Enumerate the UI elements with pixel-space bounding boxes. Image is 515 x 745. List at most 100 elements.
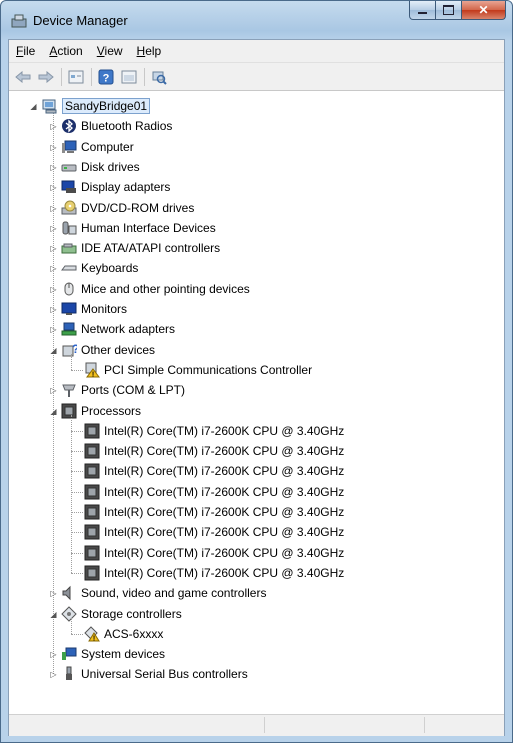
tree-connector xyxy=(71,353,73,371)
expand-arrow-icon[interactable]: ▷ xyxy=(49,204,58,213)
tree-device-intel-r-core-tm-i7-2600k-cpu-3-40ghz[interactable]: Intel(R) Core(TM) i7-2600K CPU @ 3.40GHz xyxy=(84,563,344,583)
expand-arrow-icon[interactable]: ▷ xyxy=(49,224,58,233)
tree-category-storage-controllers[interactable]: Storage controllers xyxy=(61,604,182,624)
tree-connector xyxy=(71,414,73,574)
tree-category-mice-and-other-pointing-devices[interactable]: Mice and other pointing devices xyxy=(61,279,250,299)
processor-icon xyxy=(84,463,100,479)
expand-arrow-icon[interactable]: ▷ xyxy=(49,183,58,192)
collapse-arrow-icon[interactable]: ◢ xyxy=(49,610,58,619)
device-manager-icon xyxy=(11,14,27,28)
expand-arrow-icon[interactable]: ▷ xyxy=(49,122,58,131)
close-button[interactable]: ✕ xyxy=(462,1,506,20)
maximize-button[interactable] xyxy=(436,1,462,20)
svg-text:?: ? xyxy=(103,72,110,84)
tree-item-label: Sound, video and game controllers xyxy=(81,586,267,601)
processor-icon xyxy=(84,524,100,540)
client-area: File Action View Help ? ◢ SandyBridge01 … xyxy=(8,39,505,736)
status-panel-divider xyxy=(264,717,265,733)
computer-icon xyxy=(61,139,77,155)
toolbar-separator xyxy=(61,67,62,86)
device-tree[interactable]: ◢ SandyBridge01 ▷ Bluetooth Radios ▷ Computer… xyxy=(9,92,504,714)
tree-category-other-devices[interactable]: ? Other devices xyxy=(61,340,155,360)
device-manager-window: Device Manager ✕ File Action View Help ?… xyxy=(0,0,513,743)
dvd-icon xyxy=(61,200,77,216)
tree-category-human-interface-devices[interactable]: Human Interface Devices xyxy=(61,218,216,238)
expand-arrow-icon[interactable]: ▷ xyxy=(49,285,58,294)
help-button[interactable]: ? xyxy=(95,67,117,87)
tree-category-ports-com-lpt[interactable]: Ports (COM & LPT) xyxy=(61,380,185,400)
collapse-arrow-icon[interactable]: ◢ xyxy=(29,102,38,111)
tree-connector xyxy=(71,633,83,636)
menu-file[interactable]: File xyxy=(9,44,42,58)
forward-button[interactable] xyxy=(35,67,57,87)
tree-category-dvd-cd-rom-drives[interactable]: DVD/CD-ROM drives xyxy=(61,198,194,218)
mouse-icon xyxy=(61,281,77,297)
tree-device-intel-r-core-tm-i7-2600k-cpu-3-40ghz[interactable]: Intel(R) Core(TM) i7-2600K CPU @ 3.40GHz xyxy=(84,482,344,502)
processor-icon xyxy=(84,545,100,561)
processor-icon xyxy=(84,504,100,520)
menu-action[interactable]: Action xyxy=(42,44,89,58)
expand-arrow-icon[interactable]: ▷ xyxy=(49,670,58,679)
tree-device-acs-6xxxx[interactable]: ! ACS-6xxxx xyxy=(84,624,163,644)
disk-icon xyxy=(61,159,77,175)
processor-icon xyxy=(84,565,100,581)
title-bar[interactable]: Device Manager ✕ xyxy=(1,1,512,39)
expand-arrow-icon[interactable]: ▷ xyxy=(49,325,58,334)
tree-item-label: ACS-6xxxx xyxy=(104,626,164,641)
view-icon xyxy=(121,70,137,83)
warning-storage-icon: ! xyxy=(84,626,100,642)
tree-item-label: Universal Serial Bus controllers xyxy=(81,667,248,682)
network-icon xyxy=(61,321,77,337)
tree-device-intel-r-core-tm-i7-2600k-cpu-3-40ghz[interactable]: Intel(R) Core(TM) i7-2600K CPU @ 3.40GHz xyxy=(84,502,344,522)
menu-view[interactable]: View xyxy=(90,44,130,58)
tree-category-disk-drives[interactable]: Disk drives xyxy=(61,157,140,177)
tree-category-computer[interactable]: Computer xyxy=(61,137,134,157)
expand-arrow-icon[interactable]: ▷ xyxy=(49,244,58,253)
menu-help[interactable]: Help xyxy=(130,44,169,58)
expand-arrow-icon[interactable]: ▷ xyxy=(49,264,58,273)
tree-device-intel-r-core-tm-i7-2600k-cpu-3-40ghz[interactable]: Intel(R) Core(TM) i7-2600K CPU @ 3.40GHz xyxy=(84,441,344,461)
tree-category-monitors[interactable]: Monitors xyxy=(61,299,127,319)
expand-arrow-icon[interactable]: ▷ xyxy=(49,305,58,314)
tree-device-intel-r-core-tm-i7-2600k-cpu-3-40ghz[interactable]: Intel(R) Core(TM) i7-2600K CPU @ 3.40GHz xyxy=(84,543,344,563)
collapse-arrow-icon[interactable]: ◢ xyxy=(49,407,58,416)
tree-device-intel-r-core-tm-i7-2600k-cpu-3-40ghz[interactable]: Intel(R) Core(TM) i7-2600K CPU @ 3.40GHz xyxy=(84,461,344,481)
tree-category-system-devices[interactable]: System devices xyxy=(61,644,165,664)
expand-arrow-icon[interactable]: ▷ xyxy=(49,650,58,659)
tree-root-computer[interactable]: SandyBridge01 xyxy=(42,96,151,116)
tree-category-display-adapters[interactable]: Display adapters xyxy=(61,177,170,197)
expand-arrow-icon[interactable]: ▷ xyxy=(49,386,58,395)
collapse-arrow-icon[interactable]: ◢ xyxy=(49,346,58,355)
tree-category-universal-serial-bus-controllers[interactable]: Universal Serial Bus controllers xyxy=(61,664,248,684)
toolbar-separator xyxy=(91,67,92,86)
view-button[interactable] xyxy=(118,67,140,87)
processor-icon xyxy=(84,443,100,459)
properties-button[interactable] xyxy=(65,67,87,87)
tree-device-intel-r-core-tm-i7-2600k-cpu-3-40ghz[interactable]: Intel(R) Core(TM) i7-2600K CPU @ 3.40GHz xyxy=(84,421,344,441)
tree-category-network-adapters[interactable]: Network adapters xyxy=(61,319,175,339)
hid-icon xyxy=(61,220,77,236)
tree-connector xyxy=(71,572,83,575)
tree-item-label: Network adapters xyxy=(81,322,176,337)
tree-item-label: Computer xyxy=(81,139,134,154)
expand-arrow-icon[interactable]: ▷ xyxy=(49,143,58,152)
tree-item-label: Bluetooth Radios xyxy=(81,119,173,134)
scan-hardware-button[interactable] xyxy=(148,67,170,87)
tree-item-label: Disk drives xyxy=(81,159,140,174)
tree-category-processors[interactable]: Processors xyxy=(61,401,141,421)
tree-item-label: Intel(R) Core(TM) i7-2600K CPU @ 3.40GHz xyxy=(104,444,345,459)
back-button[interactable] xyxy=(12,67,34,87)
help-icon: ? xyxy=(98,69,114,84)
minimize-button[interactable] xyxy=(409,1,436,20)
tree-item-label: Intel(R) Core(TM) i7-2600K CPU @ 3.40GHz xyxy=(104,565,345,580)
expand-arrow-icon[interactable]: ▷ xyxy=(49,589,58,598)
expand-arrow-icon[interactable]: ▷ xyxy=(49,163,58,172)
menu-bar: File Action View Help xyxy=(9,40,504,63)
svg-text:!: ! xyxy=(92,371,94,378)
tree-category-keyboards[interactable]: Keyboards xyxy=(61,258,138,278)
tree-category-ide-ata-atapi-controllers[interactable]: IDE ATA/ATAPI controllers xyxy=(61,238,220,258)
tree-device-intel-r-core-tm-i7-2600k-cpu-3-40ghz[interactable]: Intel(R) Core(TM) i7-2600K CPU @ 3.40GHz xyxy=(84,522,344,542)
tree-category-sound-video-and-game-controllers[interactable]: Sound, video and game controllers xyxy=(61,583,266,603)
tree-device-pci-simple-communications-controller[interactable]: ! PCI Simple Communications Controller xyxy=(84,360,312,380)
tree-category-bluetooth-radios[interactable]: Bluetooth Radios xyxy=(61,116,172,136)
